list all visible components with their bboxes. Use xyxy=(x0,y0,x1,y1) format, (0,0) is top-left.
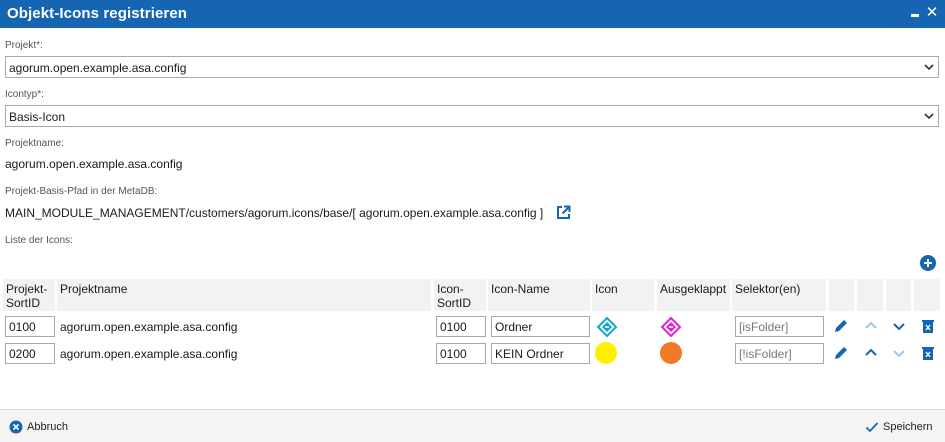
cancel-icon xyxy=(9,420,23,434)
row-projectname: agorum.open.example.asa.config xyxy=(60,320,238,334)
column-header-expanded[interactable]: Ausgeklappt xyxy=(657,279,730,311)
header-text: Ausgeklappt xyxy=(660,282,727,296)
save-label: Speichern xyxy=(883,421,933,433)
edit-icon[interactable] xyxy=(833,318,849,334)
icontype-select[interactable]: Basis-Icon xyxy=(5,105,939,127)
column-header-project-sortid[interactable]: Projekt- SortID xyxy=(3,279,55,311)
project-sortid-input[interactable]: 0200 xyxy=(5,343,55,364)
move-up-icon[interactable] xyxy=(863,345,879,361)
icon-name-input[interactable]: KEIN Ordner xyxy=(491,343,590,364)
chevron-down-icon xyxy=(924,113,934,120)
column-header-icon[interactable]: Icon xyxy=(592,279,654,311)
column-header-icon-name[interactable]: Icon-Name xyxy=(488,279,590,311)
checkmark-icon xyxy=(865,422,879,433)
header-text: SortID xyxy=(6,296,41,310)
icon-name-input[interactable]: Ordner xyxy=(491,316,590,337)
folder-diamond-icon xyxy=(597,317,617,337)
column-header-up xyxy=(857,279,883,311)
project-select[interactable]: agorum.open.example.asa.config xyxy=(5,56,939,78)
project-select-value: agorum.open.example.asa.config xyxy=(9,61,187,75)
yellow-circle-icon xyxy=(595,342,617,364)
header-text: Selektor(en) xyxy=(735,282,801,296)
column-header-edit xyxy=(829,279,854,311)
icontype-label: Icontyp*: xyxy=(5,89,44,100)
delete-icon[interactable] xyxy=(920,318,936,334)
column-header-delete xyxy=(914,279,940,311)
icon-sortid-input[interactable]: 0100 xyxy=(436,343,486,364)
save-button[interactable]: Speichern xyxy=(865,418,940,436)
header-text: Projektname xyxy=(60,282,128,296)
column-header-projectname[interactable]: Projektname xyxy=(57,279,431,311)
edit-icon[interactable] xyxy=(833,345,849,361)
header-text: Icon- xyxy=(437,282,464,296)
column-header-down xyxy=(886,279,911,311)
project-label: Projekt*: xyxy=(5,40,43,51)
project-sortid-input[interactable]: 0100 xyxy=(5,316,55,337)
icons-list-label: Liste der Icons: xyxy=(5,235,73,246)
cancel-button[interactable]: Abbruch xyxy=(9,418,79,436)
add-icon-button[interactable] xyxy=(920,255,936,271)
basepath-label: Projekt-Basis-Pfad in der MetaDB: xyxy=(5,186,158,197)
orange-circle-icon xyxy=(660,342,682,364)
row-projectname: agorum.open.example.asa.config xyxy=(60,347,238,361)
projectname-value: agorum.open.example.asa.config xyxy=(5,157,183,171)
column-header-selectors[interactable]: Selektor(en) xyxy=(732,279,826,311)
icon-sortid-input[interactable]: 0100 xyxy=(436,316,486,337)
move-down-icon[interactable] xyxy=(891,318,907,334)
column-header-icon-sortid[interactable]: Icon- SortID xyxy=(434,279,486,311)
cancel-label: Abbruch xyxy=(27,421,68,433)
folder-diamond-open-icon xyxy=(661,317,681,337)
move-down-icon[interactable] xyxy=(891,345,907,361)
basepath-value: MAIN_MODULE_MANAGEMENT/customers/agorum.… xyxy=(5,206,544,220)
icontype-select-value: Basis-Icon xyxy=(9,110,66,124)
external-link-icon[interactable] xyxy=(556,205,571,220)
selector-input[interactable]: [!isFolder] xyxy=(735,343,824,364)
header-text: Projekt- xyxy=(6,282,48,296)
selector-input[interactable]: [isFolder] xyxy=(735,316,824,337)
window-titlebar: Objekt-Icons registrieren ✕ xyxy=(0,0,945,28)
window-title: Objekt-Icons registrieren xyxy=(7,5,188,22)
dialog-footer: Abbruch Speichern xyxy=(0,409,945,442)
minimize-icon[interactable] xyxy=(908,4,924,22)
delete-icon[interactable] xyxy=(920,345,936,361)
move-up-icon[interactable] xyxy=(863,318,879,334)
header-text: Icon xyxy=(595,282,618,296)
header-text: Icon-Name xyxy=(491,282,550,296)
close-icon[interactable]: ✕ xyxy=(924,4,940,22)
chevron-down-icon xyxy=(924,64,934,71)
projectname-label: Projektname: xyxy=(5,138,64,149)
header-text: SortID xyxy=(437,296,472,310)
